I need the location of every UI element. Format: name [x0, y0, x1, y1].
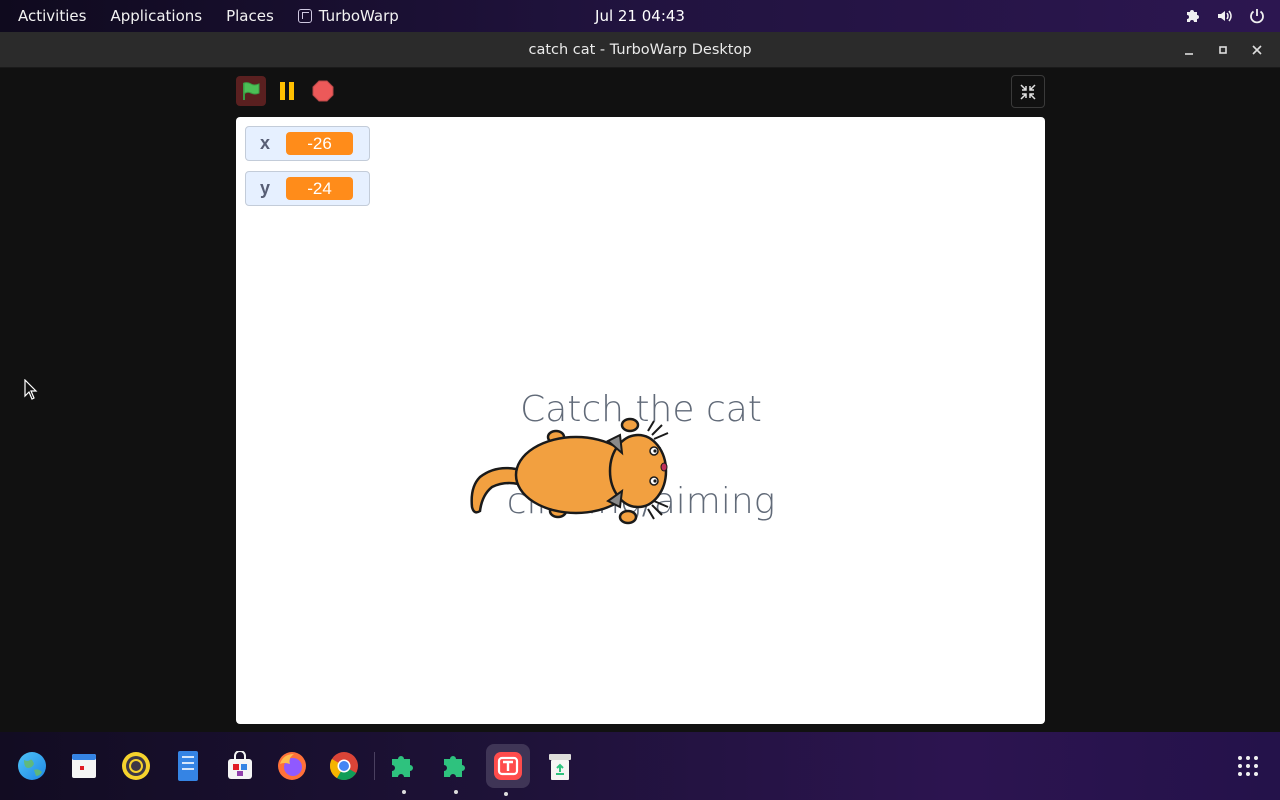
pause-icon — [280, 82, 294, 100]
cat-sprite[interactable] — [468, 411, 673, 526]
pause-button[interactable] — [272, 76, 302, 106]
calendar-icon — [72, 754, 96, 778]
turbowarp-icon — [494, 752, 522, 780]
dock-separator — [374, 752, 375, 780]
power-icon[interactable] — [1248, 7, 1266, 25]
stop-icon — [312, 80, 334, 102]
exit-fullscreen-button[interactable] — [1011, 75, 1045, 108]
monitor-value: -26 — [286, 132, 353, 155]
green-flag-icon — [243, 82, 260, 100]
focused-app-menu[interactable]: TurboWarp — [286, 0, 411, 32]
stage-controls — [236, 76, 338, 106]
speaker-icon — [122, 752, 150, 780]
dock — [0, 732, 1280, 800]
focused-app-label: TurboWarp — [318, 7, 399, 25]
mouse-pointer-icon — [24, 379, 38, 400]
minimize-button[interactable] — [1176, 37, 1202, 63]
show-apps-button[interactable] — [1228, 746, 1268, 786]
variable-monitor-y: y -24 — [245, 171, 370, 206]
stage[interactable]: x -26 y -24 Catch the cat by clicking/ai… — [236, 117, 1045, 724]
chrome-icon — [330, 752, 358, 780]
applications-menu[interactable]: Applications — [98, 0, 214, 32]
dock-chrome[interactable] — [324, 746, 364, 786]
software-store-icon — [228, 751, 252, 779]
turbowarp-small-icon — [297, 9, 312, 23]
close-button[interactable] — [1244, 37, 1270, 63]
window-title-bar[interactable]: catch cat - TurboWarp Desktop — [0, 32, 1280, 68]
dock-extensions-2[interactable] — [436, 746, 476, 794]
exit-fullscreen-icon — [1020, 83, 1036, 100]
app-grid-icon — [1238, 756, 1258, 776]
volume-icon[interactable] — [1216, 7, 1234, 25]
variable-monitor-x: x -26 — [245, 126, 370, 161]
dock-software-store[interactable] — [220, 746, 260, 786]
trash-icon — [549, 754, 571, 780]
dock-notes[interactable] — [168, 746, 208, 786]
globe-icon — [18, 752, 46, 780]
monitor-label: x — [260, 133, 271, 153]
dock-firefox[interactable] — [272, 746, 312, 786]
system-tray — [1184, 0, 1266, 32]
puzzle-icon — [392, 756, 413, 777]
places-menu[interactable]: Places — [214, 0, 286, 32]
monitor-value: -24 — [286, 177, 353, 200]
dock-speaker[interactable] — [116, 746, 156, 786]
dock-extensions-1[interactable] — [384, 746, 424, 794]
dock-calendar[interactable] — [64, 746, 104, 786]
extensions-icon[interactable] — [1184, 7, 1202, 25]
firefox-icon — [278, 752, 306, 780]
notes-icon — [178, 751, 198, 781]
dock-trash[interactable] — [540, 746, 580, 786]
puzzle-icon — [444, 756, 465, 777]
monitor-label: y — [260, 178, 271, 198]
activities-button[interactable]: Activities — [0, 0, 98, 32]
maximize-button[interactable] — [1210, 37, 1236, 63]
clock[interactable]: Jul 21 04:43 — [595, 7, 685, 25]
window-controls — [1176, 32, 1270, 68]
green-flag-button[interactable] — [236, 76, 266, 106]
dock-turbowarp[interactable] — [486, 744, 530, 796]
window-title: catch cat - TurboWarp Desktop — [528, 41, 752, 58]
dock-globe[interactable] — [12, 746, 52, 786]
stop-button[interactable] — [308, 76, 338, 106]
